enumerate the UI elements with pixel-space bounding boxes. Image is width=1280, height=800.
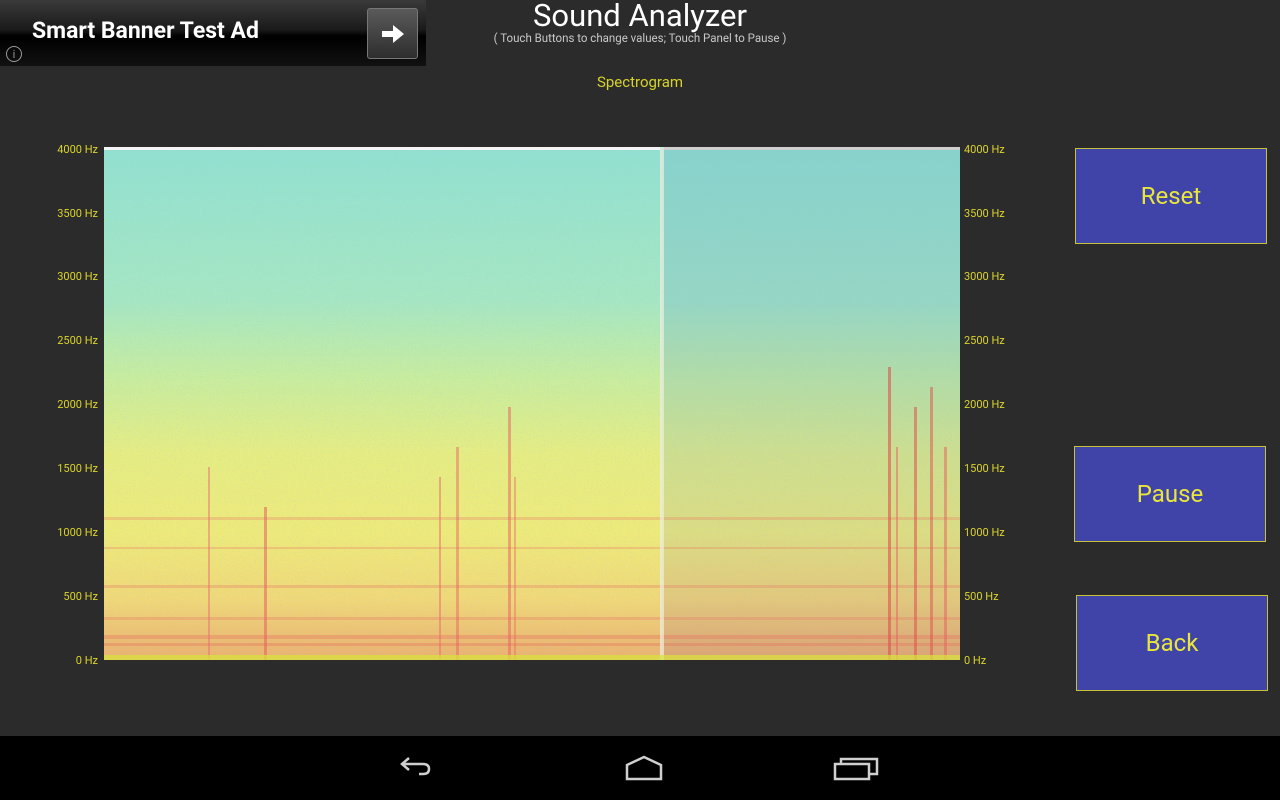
y-tick-right: 500 Hz [964, 590, 999, 603]
back-button[interactable]: Back [1076, 595, 1268, 691]
spectrogram-noise [104, 147, 960, 660]
y-tick-left: 3500 Hz [57, 207, 98, 220]
navigation-bar [0, 736, 1280, 800]
y-tick-right: 1500 Hz [964, 462, 1005, 475]
y-tick-right: 0 Hz [964, 654, 987, 667]
page-subtitle: ( Touch Buttons to change values; Touch … [493, 31, 787, 45]
y-tick-right: 2000 Hz [964, 398, 1005, 411]
info-icon[interactable]: i [6, 46, 22, 62]
baseline [104, 655, 960, 660]
y-tick-right: 4000 Hz [964, 143, 1005, 156]
back-icon[interactable] [386, 748, 446, 788]
chart-title: Spectrogram [596, 73, 684, 91]
home-icon[interactable] [614, 748, 674, 788]
y-tick-left: 3000 Hz [57, 270, 98, 283]
recents-icon[interactable] [826, 748, 886, 788]
y-tick-left: 2500 Hz [57, 334, 98, 347]
y-tick-left: 500 Hz [63, 590, 98, 603]
y-tick-left: 1500 Hz [57, 462, 98, 475]
y-tick-left: 4000 Hz [57, 143, 98, 156]
y-tick-left: 1000 Hz [57, 526, 98, 539]
top-edge [104, 147, 660, 150]
y-tick-right: 3000 Hz [964, 270, 1005, 283]
top-edge [664, 147, 960, 150]
y-tick-right: 1000 Hz [964, 526, 1005, 539]
reset-button[interactable]: Reset [1075, 148, 1267, 244]
y-tick-left: 2000 Hz [57, 398, 98, 411]
pause-button[interactable]: Pause [1074, 446, 1266, 542]
page-title: Sound Analyzer [533, 0, 747, 34]
y-tick-right: 2500 Hz [964, 334, 1005, 347]
y-tick-left: 0 Hz [75, 654, 98, 667]
y-tick-right: 3500 Hz [964, 207, 1005, 220]
spectrogram-panel[interactable] [104, 147, 960, 660]
